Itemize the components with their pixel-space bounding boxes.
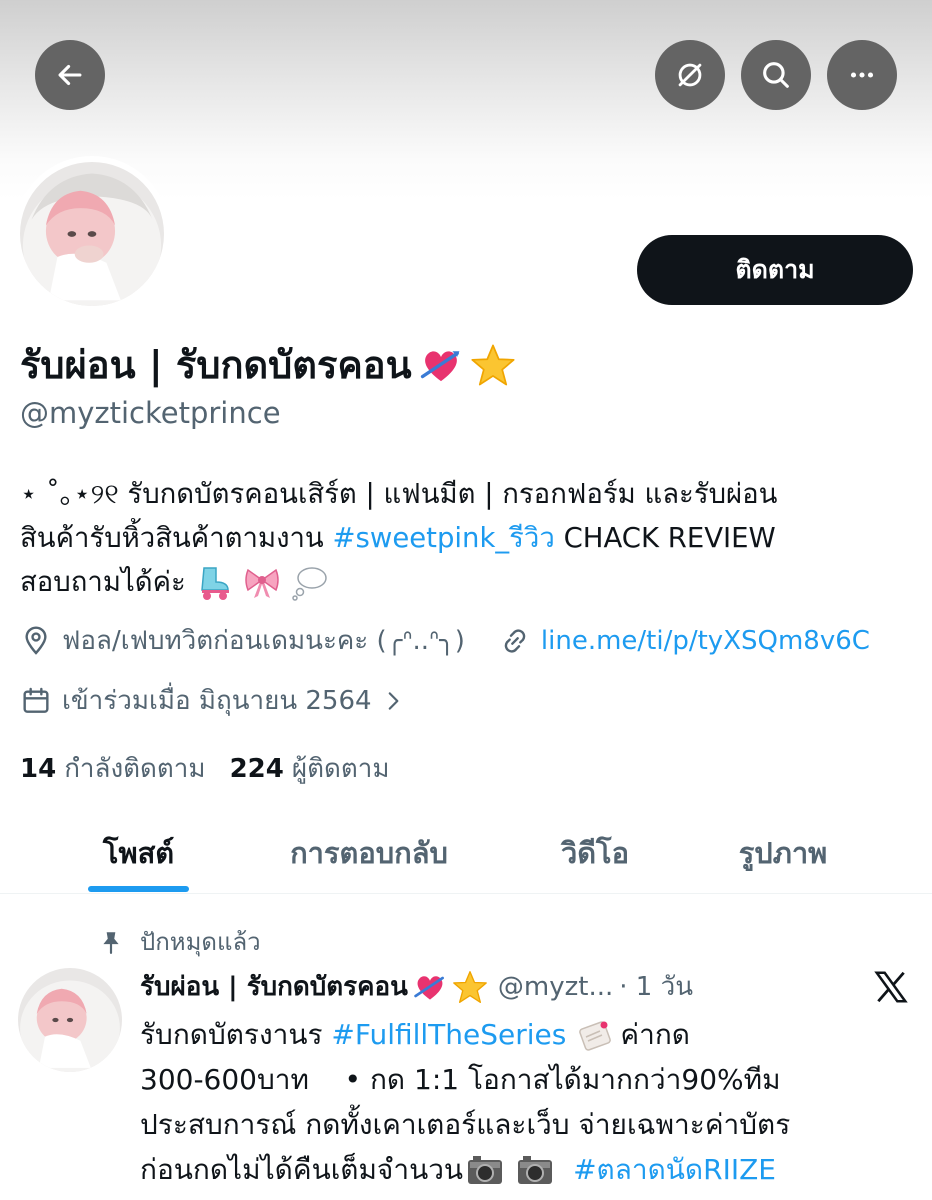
tab-posts[interactable]: โพสต์ [78, 812, 199, 894]
post-author-handle[interactable]: @myzt... [498, 972, 613, 1002]
bio-line-2-suffix: CHACK REVIEW [554, 522, 776, 554]
post-hashtag-riize[interactable]: #ตลาดนัดRIIZE [573, 1147, 776, 1192]
display-name-text: รับผ่อน | รับกดบัตรคอน [20, 343, 412, 387]
profile-meta-location-website: ฟอล/เฟบทวิตก่อนเดมนะคะ (╭ᐢ..ᐢ╮) line.me/… [20, 620, 870, 661]
x-logo-icon[interactable] [872, 968, 910, 1006]
pinned-indicator: ปักหมุดแล้ว [98, 922, 261, 961]
back-button[interactable] [35, 40, 105, 110]
grok-slash-circle-icon [678, 63, 702, 87]
post-line-4-text: ก่อนกดไม่ได้คืนเต็มจำนวน [140, 1153, 464, 1186]
tab-videos[interactable]: วิดีโอ [540, 812, 650, 894]
ribbon-bow-icon [245, 568, 279, 598]
post-line-3: ประสบการณ์ กดทั้งเคาเตอร์และเว็บ จ่ายเฉพ… [140, 1108, 791, 1141]
camera-icon [468, 1155, 503, 1184]
bio-line-1: ⋆ ˚｡⋆୨୧ รับกดบัตรคอนเสิร์ต | แฟนมีต | กร… [20, 478, 778, 510]
profile-stats: 14 กำลังติดตาม 224 ผู้ติดตาม [20, 748, 413, 789]
followers-count[interactable]: 224 [230, 754, 284, 784]
link-icon [504, 628, 526, 653]
profile-display-name: รับผ่อน | รับกดบัตรคอน [20, 334, 516, 395]
post-line-1-suffix: ค่ากด [620, 1018, 690, 1051]
post-body: รับกดบัตรงานร #FulfillTheSeries ค่ากด 30… [140, 1012, 920, 1192]
tab-photos[interactable]: รูปภาพ [715, 812, 851, 894]
following-label[interactable]: กำลังติดตาม [64, 748, 205, 789]
more-horizontal-icon [850, 72, 874, 78]
post-author-avatar[interactable] [18, 968, 122, 1072]
post-author-name[interactable]: รับผ่อน | รับกดบัตรคอน [140, 966, 408, 1007]
arrow-left-icon [58, 64, 82, 86]
pinned-label: ปักหมุดแล้ว [140, 928, 261, 956]
location-pin-icon [25, 625, 47, 655]
star-icon [470, 342, 516, 388]
roller-skate-icon [201, 567, 229, 600]
heart-arrow-icon [414, 975, 444, 1000]
profile-bio: ⋆ ˚｡⋆୨୧ รับกดบัตรคอนเสิร์ต | แฟนมีต | กร… [20, 472, 920, 604]
profile-joined-date: เข้าร่วมเมื่อ มิถุนายน 2564 [62, 686, 372, 716]
search-icon [763, 62, 789, 88]
camera-icon [518, 1155, 553, 1184]
grok-button[interactable] [655, 40, 725, 110]
avatar-photo [20, 162, 164, 306]
following-count[interactable]: 14 [20, 754, 56, 784]
heart-arrow-icon [418, 342, 464, 388]
bio-line-2-text: สินค้ารับหิ้วสินค้าตามงาน [20, 522, 333, 554]
search-button[interactable] [741, 40, 811, 110]
star-icon [453, 970, 487, 1003]
calendar-icon [23, 687, 49, 713]
profile-handle: @myzticketprince [20, 396, 281, 430]
post-hashtag-fulfill[interactable]: #FulfillTheSeries [331, 1012, 566, 1057]
post-time[interactable]: · 1 วัน [619, 966, 693, 1007]
followers-label[interactable]: ผู้ติดตาม [292, 748, 390, 789]
more-button[interactable] [827, 40, 897, 110]
profile-location: ฟอล/เฟบทวิตก่อนเดมนะคะ (╭ᐢ..ᐢ╮) [62, 626, 465, 656]
post-header: รับผ่อน | รับกดบัตรคอน @myzt... · 1 วัน [140, 966, 693, 1007]
profile-website-link[interactable]: line.me/ti/p/tyXSQm8v6C [541, 626, 870, 656]
profile-tabs: โพสต์ การตอบกลับ วิดีโอ รูปภาพ [0, 812, 932, 894]
thought-bubble-icon [292, 567, 327, 601]
tab-replies[interactable]: การตอบกลับ [262, 812, 476, 894]
avatar-photo [18, 968, 122, 1072]
ticket-tag-icon [579, 1020, 612, 1051]
bio-hashtag-link[interactable]: #sweetpink_รีวิว [332, 516, 554, 560]
post-line-1-text: รับกดบัตรงานร [140, 1018, 332, 1051]
profile-joined-row[interactable]: เข้าร่วมเมื่อ มิถุนายน 2564 [20, 680, 416, 721]
pin-icon [103, 931, 119, 954]
chevron-right-icon [388, 691, 398, 710]
follow-button[interactable]: ติดตาม [637, 235, 913, 305]
post-line-2: 300-600บาท • กด 1:1 โอกาสได้มากกว่า90%ที… [140, 1063, 781, 1096]
active-tab-indicator [88, 886, 189, 892]
profile-avatar[interactable] [14, 156, 170, 312]
bio-line-3: สอบถามได้ค่ะ [20, 566, 186, 598]
